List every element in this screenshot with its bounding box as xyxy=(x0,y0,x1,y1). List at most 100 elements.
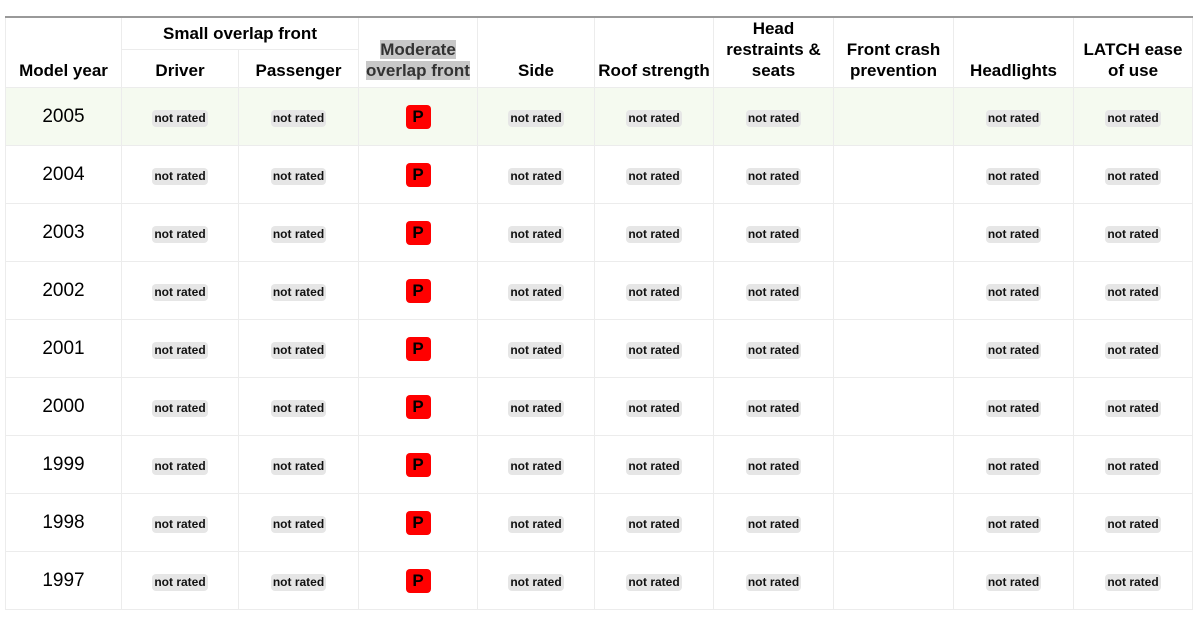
cell-roof: not rated xyxy=(594,319,714,378)
cell-latch: not rated xyxy=(1073,319,1193,378)
not-rated-badge: not rated xyxy=(745,573,802,591)
cell-front-crash xyxy=(833,203,954,262)
not-rated-badge: not rated xyxy=(1105,283,1161,301)
not-rated-badge: not rated xyxy=(626,573,682,591)
cell-front-crash xyxy=(833,551,954,610)
cell-driver: not rated xyxy=(121,145,239,204)
not-rated-badge: not rated xyxy=(745,167,802,185)
cell-latch: not rated xyxy=(1073,551,1193,610)
cell-driver: not rated xyxy=(121,261,239,320)
cell-headlights: not rated xyxy=(953,319,1074,378)
cell-roof: not rated xyxy=(594,87,714,146)
cell-front-crash xyxy=(833,87,954,146)
header-front-crash: Front crash prevention xyxy=(833,16,954,88)
header-model-year: Model year xyxy=(5,16,122,88)
not-rated-badge: not rated xyxy=(626,515,682,533)
not-rated-badge: not rated xyxy=(745,457,802,475)
rating-badge-poor[interactable]: P xyxy=(405,510,431,535)
cell-roof: not rated xyxy=(594,551,714,610)
rating-badge-poor[interactable]: P xyxy=(405,162,431,187)
cell-side: not rated xyxy=(477,493,595,552)
not-rated-badge: not rated xyxy=(1105,515,1161,533)
cell-side: not rated xyxy=(477,261,595,320)
rating-badge-poor[interactable]: P xyxy=(405,394,431,419)
not-rated-badge: not rated xyxy=(626,167,682,185)
cell-passenger: not rated xyxy=(238,87,359,146)
cell-latch: not rated xyxy=(1073,493,1193,552)
table-row: 2000 not rated not rated Pnot rated not rate… xyxy=(5,377,1193,436)
not-rated-badge: not rated xyxy=(270,399,327,417)
rating-badge-poor[interactable]: P xyxy=(405,568,431,593)
header-side: Side xyxy=(477,16,595,88)
cell-passenger: not rated xyxy=(238,203,359,262)
rating-badge-poor[interactable]: P xyxy=(405,452,431,477)
not-rated-badge: not rated xyxy=(152,225,208,243)
cell-driver: not rated xyxy=(121,551,239,610)
not-rated-badge: not rated xyxy=(1105,167,1161,185)
cell-side: not rated xyxy=(477,435,595,494)
not-rated-badge: not rated xyxy=(152,109,208,127)
not-rated-badge: not rated xyxy=(1105,341,1161,359)
table-row: 1998 not rated not rated Pnot rated not rate… xyxy=(5,493,1193,552)
model-year-cell: 2002 xyxy=(5,261,122,320)
not-rated-badge: not rated xyxy=(626,109,682,127)
cell-headlights: not rated xyxy=(953,377,1074,436)
model-year-cell: 2003 xyxy=(5,203,122,262)
model-year-cell: 2005 xyxy=(5,87,122,146)
model-year-cell: 1998 xyxy=(5,493,122,552)
cell-headlights: not rated xyxy=(953,551,1074,610)
not-rated-badge: not rated xyxy=(745,109,802,127)
not-rated-badge: not rated xyxy=(985,457,1042,475)
cell-roof: not rated xyxy=(594,493,714,552)
rating-badge-poor[interactable]: P xyxy=(405,278,431,303)
not-rated-badge: not rated xyxy=(626,283,682,301)
cell-side: not rated xyxy=(477,145,595,204)
not-rated-badge: not rated xyxy=(985,225,1042,243)
table-row: 2001 not rated not rated Pnot rated not rate… xyxy=(5,319,1193,378)
rating-badge-poor[interactable]: P xyxy=(405,104,431,129)
cell-head-restraints: not rated xyxy=(713,203,834,262)
cell-latch: not rated xyxy=(1073,435,1193,494)
model-year-cell: 2001 xyxy=(5,319,122,378)
header-moderate-overlap[interactable]: Moderate overlap front xyxy=(358,16,478,88)
not-rated-badge: not rated xyxy=(270,167,327,185)
cell-headlights: not rated xyxy=(953,87,1074,146)
cell-latch: not rated xyxy=(1073,261,1193,320)
not-rated-badge: not rated xyxy=(270,225,327,243)
cell-passenger: not rated xyxy=(238,319,359,378)
rating-badge-poor[interactable]: P xyxy=(405,220,431,245)
not-rated-badge: not rated xyxy=(1105,573,1161,591)
not-rated-badge: not rated xyxy=(270,341,327,359)
model-year-cell: 1999 xyxy=(5,435,122,494)
cell-passenger: not rated xyxy=(238,493,359,552)
not-rated-badge: not rated xyxy=(270,109,327,127)
not-rated-badge: not rated xyxy=(985,573,1042,591)
cell-head-restraints: not rated xyxy=(713,145,834,204)
not-rated-badge: not rated xyxy=(508,109,564,127)
not-rated-badge: not rated xyxy=(626,225,682,243)
header-passenger: Passenger xyxy=(238,48,359,89)
not-rated-badge: not rated xyxy=(508,225,564,243)
cell-driver: not rated xyxy=(121,319,239,378)
not-rated-badge: not rated xyxy=(152,515,208,533)
model-year-cell: 2000 xyxy=(5,377,122,436)
not-rated-badge: not rated xyxy=(508,399,564,417)
not-rated-badge: not rated xyxy=(152,573,208,591)
rating-badge-poor[interactable]: P xyxy=(405,336,431,361)
not-rated-badge: not rated xyxy=(626,341,682,359)
not-rated-badge: not rated xyxy=(745,225,802,243)
cell-side: not rated xyxy=(477,203,595,262)
not-rated-badge: not rated xyxy=(152,457,208,475)
cell-head-restraints: not rated xyxy=(713,319,834,378)
not-rated-badge: not rated xyxy=(985,283,1042,301)
cell-front-crash xyxy=(833,377,954,436)
not-rated-badge: not rated xyxy=(508,167,564,185)
not-rated-badge: not rated xyxy=(1105,109,1161,127)
cell-moderate: P xyxy=(358,87,478,146)
table-body: 2005 not rated not rated Pnot rated not rate… xyxy=(5,87,1193,610)
cell-moderate: P xyxy=(358,145,478,204)
not-rated-badge: not rated xyxy=(270,573,327,591)
cell-head-restraints: not rated xyxy=(713,493,834,552)
model-year-cell: 1997 xyxy=(5,551,122,610)
table-row: 2002 not rated not rated Pnot rated not rate… xyxy=(5,261,1193,320)
